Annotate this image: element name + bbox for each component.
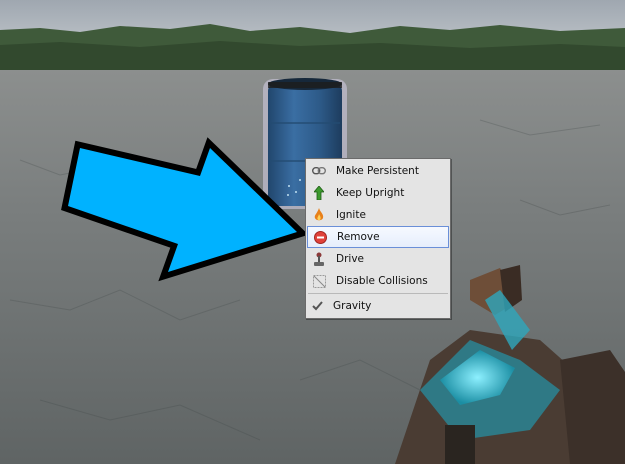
menu-item-label: Ignite: [336, 209, 366, 221]
link-icon: [311, 163, 327, 179]
menu-item-ignite[interactable]: Ignite: [306, 204, 450, 226]
flame-icon: [311, 207, 327, 223]
up-arrow-icon: [311, 185, 327, 201]
menu-item-disable-collisions[interactable]: Disable Collisions: [306, 270, 450, 292]
joystick-icon: [311, 251, 327, 267]
menu-item-remove[interactable]: Remove: [307, 226, 449, 248]
menu-item-keep-upright[interactable]: Keep Upright: [306, 182, 450, 204]
menu-divider: [308, 293, 448, 294]
menu-item-label: Drive: [336, 253, 364, 265]
context-menu: Make Persistent Keep Upright Ignite Remo…: [305, 158, 451, 319]
menu-item-gravity[interactable]: Gravity: [306, 295, 450, 317]
checkmark-icon: [309, 298, 325, 314]
menu-item-label: Make Persistent: [336, 165, 419, 177]
menu-item-make-persistent[interactable]: Make Persistent: [306, 160, 450, 182]
menu-item-drive[interactable]: Drive: [306, 248, 450, 270]
menu-item-label: Keep Upright: [336, 187, 405, 199]
collision-icon: [311, 273, 327, 289]
menu-item-label: Remove: [337, 231, 380, 243]
remove-icon: [312, 229, 328, 245]
menu-item-label: Gravity: [333, 300, 372, 312]
menu-item-label: Disable Collisions: [336, 275, 428, 287]
